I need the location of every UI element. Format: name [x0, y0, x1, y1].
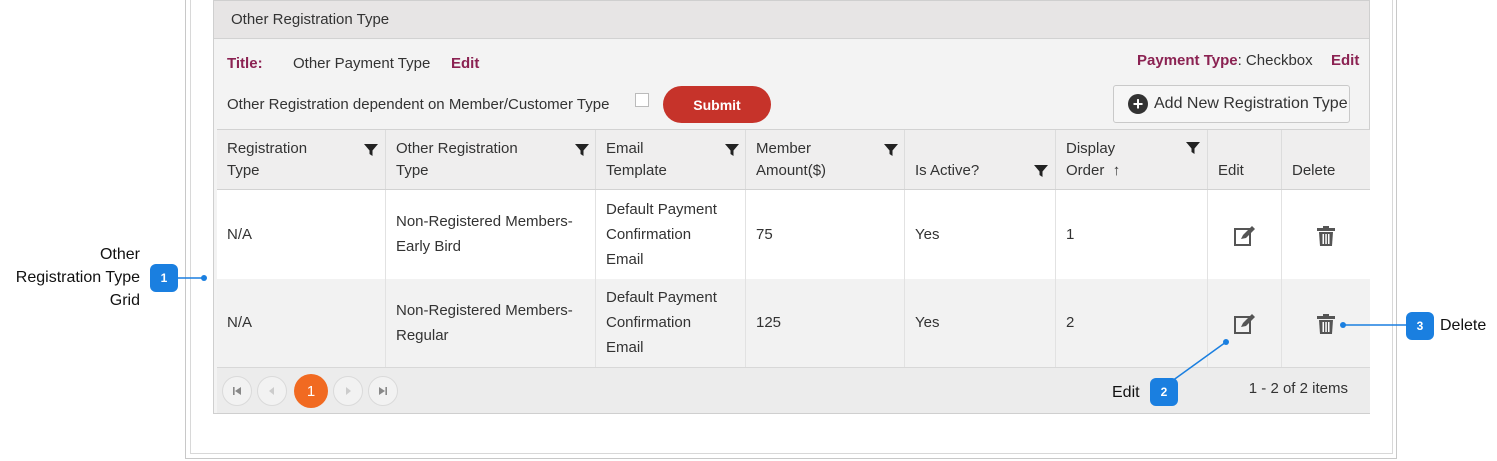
callout-line: Grid — [109, 292, 140, 309]
callout-badge-2: 2 — [1150, 378, 1178, 406]
callout-delete-label: Delete — [1440, 317, 1487, 334]
callout-badge-3: 3 — [1406, 312, 1434, 340]
callout-badge-1: 1 — [150, 264, 178, 292]
callout-lines — [178, 275, 1406, 382]
callout-line: Other — [99, 246, 140, 263]
callout-line: Registration Type — [15, 269, 140, 286]
callout-edit-label: Edit — [1112, 384, 1140, 401]
callout-grid-label: Other Registration Type Grid — [0, 243, 140, 312]
